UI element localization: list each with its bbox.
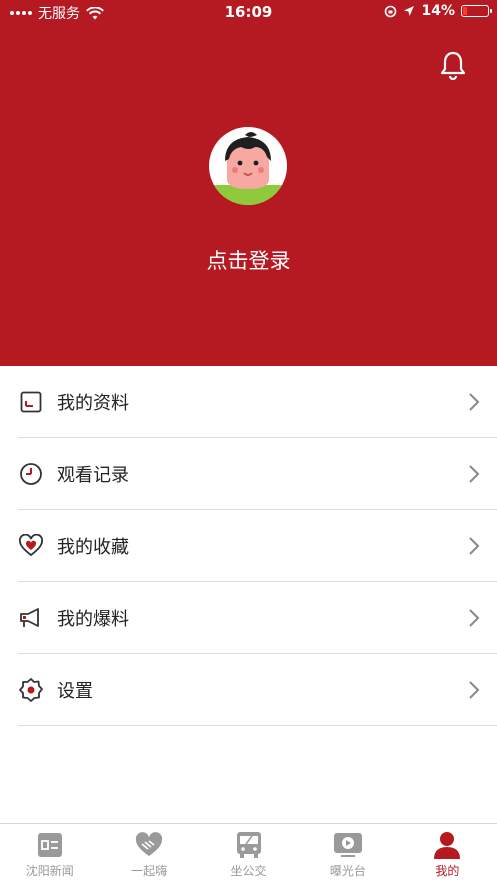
menu-item-history[interactable]: 观看记录 — [18, 438, 497, 510]
chevron-right-icon — [469, 681, 480, 699]
clock-icon — [18, 461, 44, 487]
hands-heart-icon — [134, 831, 164, 859]
menu-item-profile[interactable]: 我的资料 — [18, 366, 497, 438]
megaphone-icon — [18, 605, 44, 631]
tab-bus[interactable]: 坐公交 — [199, 824, 298, 883]
profile-screen: 无服务 16:09 14% 点击登录 我的资料 观看记录 我的收藏 我的爆料 设… — [0, 0, 497, 883]
tab-mine[interactable]: 我的 — [398, 824, 497, 883]
chevron-right-icon — [469, 465, 480, 483]
tab-label: 一起嗨 — [131, 864, 168, 878]
tab-label: 沈阳新闻 — [25, 864, 74, 878]
bell-icon[interactable] — [439, 50, 467, 80]
tab-together[interactable]: 一起嗨 — [99, 824, 198, 883]
video-icon — [333, 831, 363, 859]
profile-menu: 我的资料 观看记录 我的收藏 我的爆料 设置 — [18, 366, 497, 726]
menu-item-label: 观看记录 — [57, 464, 129, 486]
battery-icon — [461, 5, 492, 17]
tab-shenyang-news[interactable]: 沈阳新闻 — [0, 824, 99, 883]
heart-icon — [18, 533, 44, 559]
chevron-right-icon — [469, 537, 480, 555]
menu-item-label: 设置 — [57, 680, 93, 702]
orientation-lock-icon — [385, 5, 397, 17]
status-bar: 无服务 16:09 14% — [0, 0, 497, 24]
menu-item-label: 我的收藏 — [57, 536, 129, 558]
avatar[interactable] — [209, 127, 287, 205]
bus-icon — [234, 831, 264, 859]
cartoon-boy-avatar-icon — [209, 132, 287, 205]
menu-item-label: 我的资料 — [57, 392, 129, 414]
chevron-right-icon — [469, 393, 480, 411]
person-icon — [432, 831, 462, 859]
location-icon — [404, 6, 415, 16]
profile-icon — [18, 389, 44, 415]
gear-icon — [18, 677, 44, 703]
tab-label: 坐公交 — [230, 864, 267, 878]
menu-item-favorites[interactable]: 我的收藏 — [18, 510, 497, 582]
tab-exposure[interactable]: 曝光台 — [298, 824, 397, 883]
bottom-tab-bar: 沈阳新闻 一起嗨 坐公交 曝光台 我的 — [0, 823, 497, 883]
menu-item-settings[interactable]: 设置 — [18, 654, 497, 726]
tab-label: 曝光台 — [329, 864, 366, 878]
profile-header: 无服务 16:09 14% 点击登录 — [0, 0, 497, 366]
chevron-right-icon — [469, 609, 480, 627]
tab-label: 我的 — [435, 864, 460, 878]
menu-item-report[interactable]: 我的爆料 — [18, 582, 497, 654]
menu-item-label: 我的爆料 — [57, 608, 129, 630]
battery-percent: 14% — [421, 3, 455, 19]
news-icon — [35, 831, 65, 859]
login-link[interactable]: 点击登录 — [0, 245, 497, 275]
